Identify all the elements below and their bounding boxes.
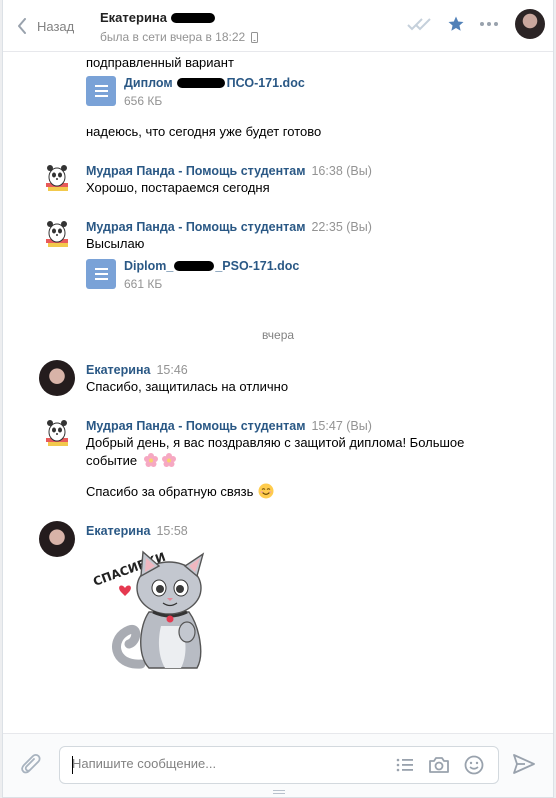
panda-avatar[interactable] [39, 215, 75, 251]
text-caret [72, 756, 73, 774]
message-time: 16:38 (Вы) [311, 164, 372, 178]
resize-handle[interactable] [273, 790, 285, 794]
message-author[interactable]: Мудрая Панда - Помощь студентам 16:38 (Вы… [86, 164, 372, 178]
message-text: Высылаю [86, 236, 145, 251]
back-button[interactable]: Назад [17, 14, 74, 38]
message-author[interactable]: Мудрая Панда - Помощь студентам 15:47 (Вы… [86, 419, 372, 433]
user-avatar[interactable] [39, 360, 75, 396]
author-name[interactable]: Мудрая Панда - Помощь студентам [86, 419, 305, 433]
message-composer [3, 733, 553, 797]
send-icon[interactable] [513, 754, 535, 777]
contact-avatar[interactable] [515, 9, 545, 39]
paperclip-icon[interactable] [21, 753, 43, 780]
smile-icon[interactable] [464, 755, 484, 775]
checkmarks-icon[interactable] [407, 17, 433, 31]
contact-name: Екатерина [100, 10, 168, 25]
redaction-mark [171, 12, 216, 23]
message-time: 15:47 (Вы) [311, 419, 372, 433]
date-separator: вчера [261, 328, 295, 342]
message-time: 22:35 (Вы) [311, 220, 372, 234]
smile-emoji-icon [258, 483, 274, 499]
document-icon [86, 76, 116, 106]
redaction-mark [174, 261, 215, 271]
message-time: 15:58 [156, 524, 188, 538]
document-name-suffix[interactable]: _PSO-171.doc [215, 259, 299, 273]
message-text: подправленный вариант [86, 55, 234, 70]
redaction-mark [176, 78, 225, 88]
contact-status: была в сети вчера в 18:22 [100, 30, 246, 44]
message-text: Хорошо, постараемся сегодня [86, 180, 270, 195]
message-text: Спасибо, защитилась на отлично [86, 379, 289, 394]
more-icon[interactable] [479, 21, 499, 27]
message-input-box[interactable] [59, 746, 499, 784]
star-icon[interactable] [447, 15, 465, 33]
message-text: надеюсь, что сегодня уже будет готово [86, 124, 322, 139]
message-author[interactable]: Екатерина 15:58 [86, 524, 188, 538]
document-name-suffix[interactable]: ПСО-171.doc [227, 76, 305, 90]
list-icon[interactable] [396, 757, 414, 773]
cat-sticker[interactable]: СПАСИБКИ [89, 546, 225, 676]
document-icon [86, 259, 116, 289]
contact-info[interactable]: Екатерина была в сети вчера в 18:22 [100, 10, 259, 44]
flower-emoji-icon [161, 453, 176, 467]
message-text-content: Спасибо за обратную связь [86, 484, 254, 499]
author-name[interactable]: Мудрая Панда - Помощь студентам [86, 220, 305, 234]
flower-emoji-icon [143, 453, 158, 467]
message-input[interactable] [72, 756, 372, 771]
document-attachment[interactable]: Diplom_ _PSO-171.doc 661 КБ [86, 259, 299, 291]
panda-avatar[interactable] [39, 159, 75, 195]
message-feed: подправленный вариант Диплом ПСО-171.doc… [3, 52, 553, 732]
document-attachment[interactable]: Диплом ПСО-171.doc 656 КБ [86, 76, 305, 108]
message-time: 15:46 [156, 363, 188, 377]
document-name[interactable]: Diplom_ [124, 259, 173, 273]
message-text: Добрый день, я вас поздравляю с защитой … [86, 434, 506, 470]
mobile-icon [251, 31, 259, 43]
back-label: Назад [37, 18, 75, 34]
document-size: 661 КБ [124, 277, 163, 291]
document-size: 656 КБ [124, 94, 163, 108]
chat-window: Назад Екатерина была в сети вчера в 18:2… [2, 0, 554, 798]
panda-avatar[interactable] [39, 414, 75, 450]
author-name[interactable]: Екатерина [86, 524, 150, 538]
message-author[interactable]: Екатерина 15:46 [86, 363, 188, 377]
document-name[interactable]: Диплом [124, 76, 173, 90]
message-author[interactable]: Мудрая Панда - Помощь студентам 22:35 (Вы… [86, 220, 372, 234]
chevron-left-icon [18, 18, 26, 34]
user-avatar[interactable] [39, 521, 75, 557]
chat-header: Назад Екатерина была в сети вчера в 18:2… [3, 0, 553, 52]
author-name[interactable]: Мудрая Панда - Помощь студентам [86, 164, 305, 178]
heart-icon [119, 585, 131, 596]
message-text: Спасибо за обратную связь [86, 483, 506, 501]
camera-icon[interactable] [428, 756, 450, 774]
author-name[interactable]: Екатерина [86, 363, 150, 377]
